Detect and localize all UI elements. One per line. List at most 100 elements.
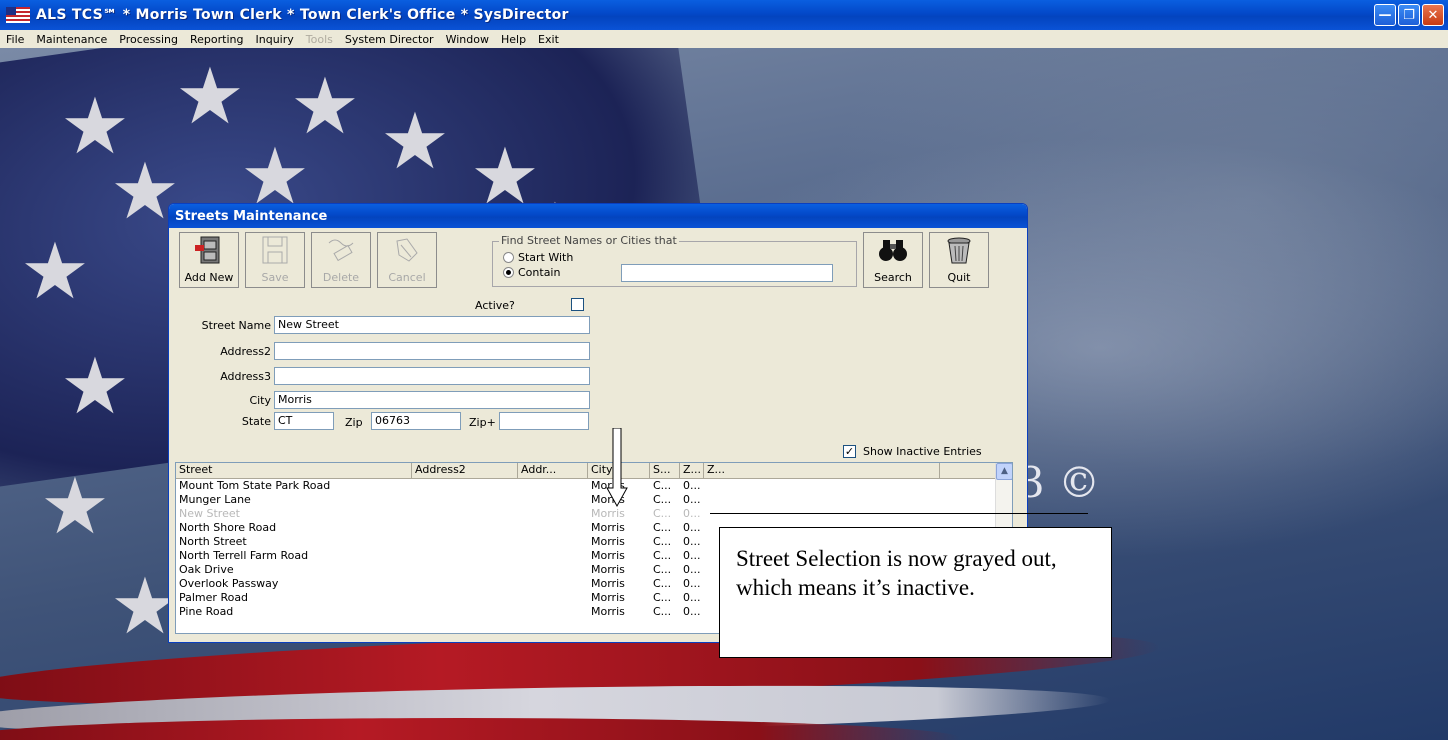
flag-icon — [6, 7, 30, 23]
trash-can-icon — [943, 235, 975, 265]
table-cell: Palmer Road — [179, 591, 249, 604]
table-cell: Oak Drive — [179, 563, 234, 576]
table-cell: C... — [653, 605, 672, 618]
add-new-button[interactable]: Add New — [179, 232, 239, 288]
menu-item-processing[interactable]: Processing — [113, 33, 184, 46]
table-cell — [518, 605, 588, 619]
table-cell: C... — [653, 563, 672, 576]
table-cell: Munger Lane — [179, 493, 251, 506]
table-row[interactable]: New Street Morris C... 0... — [176, 507, 1012, 521]
star-icon: ★ — [40, 462, 110, 552]
table-cell: C... — [653, 521, 672, 534]
table-cell: 0... — [683, 521, 701, 534]
table-cell — [518, 591, 588, 605]
table-cell — [412, 577, 518, 591]
table-cell: Morris — [591, 549, 625, 562]
cancel-button[interactable]: Cancel — [377, 232, 437, 288]
table-cell — [704, 507, 940, 521]
table-row[interactable]: Mount Tom State Park Road Morris C... 0... — [176, 479, 1012, 493]
grid-column-header[interactable]: S... — [650, 463, 680, 478]
table-cell: 0... — [683, 577, 701, 590]
menu-item-window[interactable]: Window — [440, 33, 495, 46]
table-row[interactable]: Munger Lane Morris C... 0... — [176, 493, 1012, 507]
table-cell: North Terrell Farm Road — [179, 549, 309, 562]
table-cell — [518, 521, 588, 535]
menu-item-tools[interactable]: Tools — [300, 33, 339, 46]
table-cell — [412, 521, 518, 535]
table-cell — [412, 549, 518, 563]
table-cell — [412, 563, 518, 577]
table-cell: North Shore Road — [179, 521, 277, 534]
zip-field[interactable]: 06763 — [371, 412, 461, 430]
address3-label: Address3 — [220, 370, 271, 383]
table-cell — [518, 507, 588, 521]
background-logo-text: 3 © — [1018, 458, 1101, 507]
star-icon: ★ — [60, 342, 130, 432]
close-button[interactable]: ✕ — [1422, 4, 1444, 26]
quit-button[interactable]: Quit — [929, 232, 989, 288]
menu-item-help[interactable]: Help — [495, 33, 532, 46]
table-cell: Morris — [591, 507, 625, 520]
address2-label: Address2 — [220, 345, 271, 358]
contain-radio[interactable]: Contain — [503, 266, 560, 279]
down-arrow-icon — [606, 428, 628, 508]
table-cell: Morris — [591, 591, 625, 604]
callout-pointer-line — [710, 513, 1088, 514]
table-cell — [412, 591, 518, 605]
table-cell — [518, 535, 588, 549]
minimize-button[interactable]: — — [1374, 4, 1396, 26]
table-cell: C... — [653, 493, 672, 506]
menu-item-system-director[interactable]: System Director — [339, 33, 440, 46]
menu-bar: File Maintenance Processing Reporting Inquir… — [0, 30, 1448, 48]
start-with-radio[interactable]: Start With — [503, 251, 573, 264]
state-label: State — [241, 415, 271, 428]
city-field[interactable]: Morris — [274, 391, 590, 409]
table-cell: Overlook Passway — [179, 577, 279, 590]
table-cell — [412, 507, 518, 521]
grid-column-header[interactable]: Street — [176, 463, 412, 478]
table-cell — [412, 479, 518, 493]
table-cell: 0... — [683, 549, 701, 562]
table-cell: North Street — [179, 535, 247, 548]
grid-column-header[interactable]: Z... — [680, 463, 704, 478]
active-checkbox[interactable] — [571, 298, 584, 311]
menu-item-inquiry[interactable]: Inquiry — [250, 33, 300, 46]
delete-button[interactable]: Delete — [311, 232, 371, 288]
search-button[interactable]: Search — [863, 232, 923, 288]
active-label: Active? — [475, 299, 515, 312]
table-cell: Morris — [591, 577, 625, 590]
save-button[interactable]: Save — [245, 232, 305, 288]
find-streets-group: Find Street Names or Cities that Start W… — [492, 234, 857, 287]
show-inactive-label: Show Inactive Entries — [863, 445, 982, 458]
menu-item-exit[interactable]: Exit — [532, 33, 565, 46]
menu-item-maintenance[interactable]: Maintenance — [30, 33, 113, 46]
menu-item-file[interactable]: File — [0, 33, 30, 46]
grid-column-header[interactable]: Address2 — [412, 463, 518, 478]
scroll-up-icon[interactable]: ▲ — [996, 463, 1012, 480]
address3-field[interactable] — [274, 367, 590, 385]
grid-header: Street Address2 Addr... City S... Z... Z... — [176, 463, 1012, 479]
zip-plus-field[interactable] — [499, 412, 589, 430]
table-cell — [412, 605, 518, 619]
grid-column-header[interactable]: Z... — [704, 463, 940, 478]
table-cell — [704, 479, 940, 493]
star-icon: ★ — [380, 97, 450, 187]
dialog-title: Streets Maintenance — [169, 204, 1027, 228]
app-title: ALS TCS℠ * Morris Town Clerk * Town Cler… — [36, 7, 569, 23]
table-cell: Morris — [591, 535, 625, 548]
table-cell: C... — [653, 591, 672, 604]
address2-field[interactable] — [274, 342, 590, 360]
table-cell: C... — [653, 577, 672, 590]
street-name-field[interactable]: New Street — [274, 316, 590, 334]
menu-item-reporting[interactable]: Reporting — [184, 33, 249, 46]
show-inactive-checkbox[interactable]: ✓ — [843, 445, 856, 458]
grid-column-header[interactable]: Addr... — [518, 463, 588, 478]
table-cell: 0... — [683, 493, 701, 506]
table-cell: Morris — [591, 563, 625, 576]
table-cell: C... — [653, 507, 672, 520]
state-field[interactable]: CT — [274, 412, 334, 430]
table-cell: Mount Tom State Park Road — [179, 479, 331, 492]
restore-button[interactable]: ❐ — [1398, 4, 1420, 26]
file-cabinet-icon — [193, 235, 225, 265]
find-search-input[interactable] — [621, 264, 833, 282]
